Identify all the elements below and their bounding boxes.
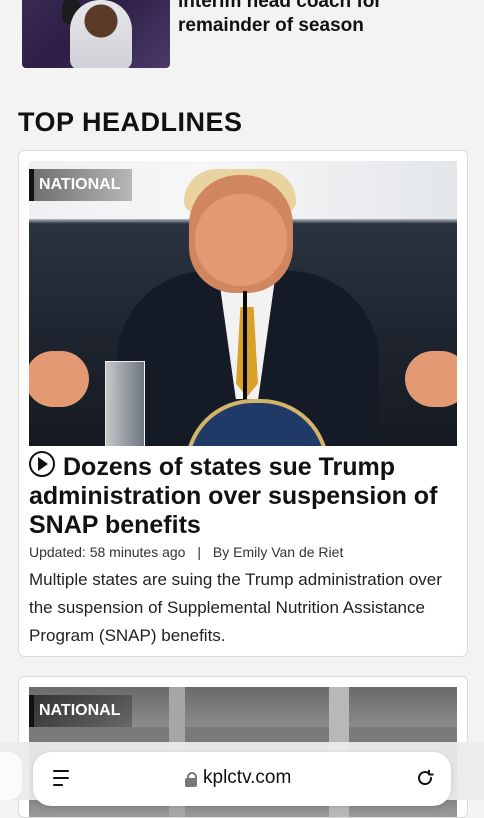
section-title: TOP HEADLINES: [18, 107, 243, 137]
lock-icon: [185, 772, 197, 787]
byline: By Emily Van de Riet: [212, 544, 344, 560]
article-meta: Updated: 58 minutes ago | By Emily Van d…: [29, 544, 457, 560]
category-badge: NATIONAL: [29, 169, 133, 201]
url-text[interactable]: kplctv.com: [203, 767, 291, 789]
reload-icon[interactable]: [415, 768, 435, 788]
previous-tab-edge[interactable]: [0, 752, 22, 800]
badge-accent-bar: [29, 169, 34, 201]
headline-text[interactable]: Dozens of states sue Trump administratio…: [29, 453, 437, 539]
address-bar[interactable]: kplctv.com: [33, 752, 451, 806]
updated-time: Updated: 58 minutes ago: [29, 544, 186, 560]
top-story-card[interactable]: interim head coach for remainder of seas…: [0, 0, 484, 86]
meta-separator: |: [197, 544, 201, 560]
category-label: NATIONAL: [39, 702, 121, 719]
tabs-menu-icon[interactable]: [53, 770, 69, 788]
image-hand-left: [29, 351, 89, 407]
category-badge: NATIONAL: [29, 695, 133, 727]
image-face: [189, 175, 293, 293]
play-circle-icon: [29, 451, 55, 477]
image-rubble-layer: [29, 727, 457, 739]
badge-accent-bar: [29, 695, 34, 727]
top-story-title[interactable]: interim head coach for remainder of seas…: [178, 0, 468, 38]
news-card[interactable]: NATIONAL Dozens of states sue Trump admi…: [18, 150, 468, 657]
microphone-icon: [243, 291, 247, 401]
image-hand-right: [405, 351, 457, 407]
browser-toolbar: kplctv.com: [0, 742, 484, 806]
headline[interactable]: Dozens of states sue Trump administratio…: [29, 449, 457, 540]
coach-image-detail: [70, 0, 132, 68]
top-story-thumbnail[interactable]: [22, 0, 170, 68]
water-glass-image: [105, 361, 145, 446]
category-label: NATIONAL: [39, 176, 121, 193]
article-summary: Multiple states are suing the Trump admi…: [29, 570, 442, 645]
news-card-image[interactable]: NATIONAL: [29, 161, 457, 446]
